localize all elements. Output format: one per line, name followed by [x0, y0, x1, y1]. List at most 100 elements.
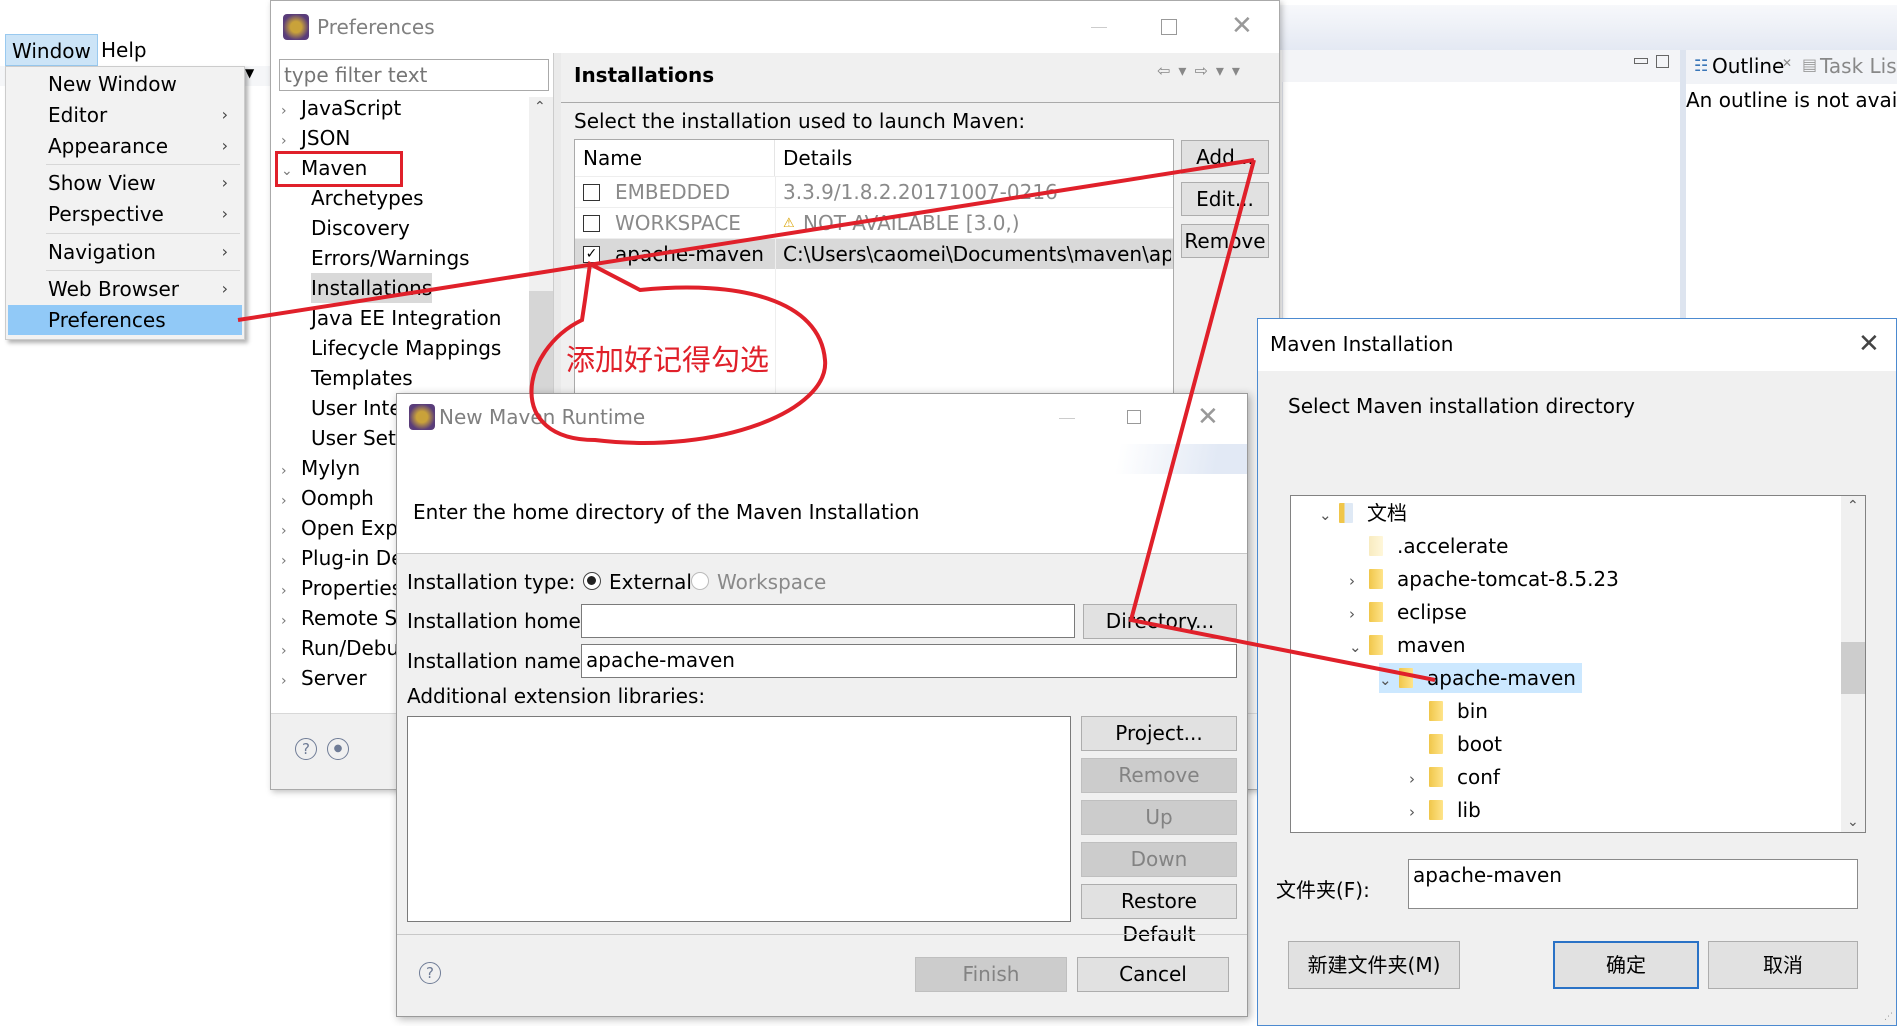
folder-item[interactable]: › apache-tomcat-8.5.23 [1349, 564, 1619, 594]
extension-libraries-list[interactable] [407, 716, 1071, 922]
folder-item[interactable]: ⌄ maven [1349, 630, 1466, 660]
finish-button[interactable]: Finish [915, 957, 1067, 992]
maximize-view-icon[interactable] [1656, 55, 1669, 68]
expand-arrow-icon[interactable]: › [281, 666, 297, 696]
close-button[interactable]: ✕ [1197, 404, 1219, 430]
menu-help[interactable]: Help [95, 34, 153, 66]
help-icon[interactable]: ? [295, 738, 317, 760]
expand-arrow-icon[interactable]: › [281, 636, 297, 666]
tree-item-java-ee-integration[interactable]: Java EE Integration [311, 303, 501, 333]
folder-item[interactable]: › eclipse [1349, 597, 1467, 627]
row-checkbox-checked[interactable]: ✓ [583, 246, 600, 263]
expand-arrow-icon[interactable]: › [281, 606, 297, 636]
expand-arrow-icon[interactable]: › [281, 516, 297, 546]
folder-item[interactable]: ⌄ 文档 [1319, 498, 1407, 528]
cancel-button[interactable]: Cancel [1077, 957, 1229, 992]
folder-tree-scrollbar-thumb[interactable] [1841, 642, 1865, 694]
tree-item-archetypes[interactable]: Archetypes [311, 183, 424, 213]
tree-item-json[interactable]: › JSON [281, 123, 350, 153]
cancel-button[interactable]: 取消 [1708, 941, 1858, 989]
folder-item[interactable]: .accelerate [1349, 531, 1508, 561]
close-tab-icon[interactable]: ✕ [1782, 56, 1792, 70]
menu-item-navigation[interactable]: Navigation › [8, 237, 242, 267]
menu-item-show-view[interactable]: Show View › [8, 168, 242, 198]
collapse-arrow-icon[interactable]: ⌄ [1349, 632, 1369, 662]
menu-window[interactable]: Window [5, 34, 98, 66]
remove-button[interactable]: Remove [1181, 224, 1269, 258]
import-export-icon[interactable]: ● [327, 738, 349, 760]
menu-item-appearance[interactable]: Appearance › [8, 131, 242, 161]
expand-arrow-icon[interactable]: › [281, 96, 297, 126]
minimize-button[interactable] [1059, 418, 1075, 419]
menu-item-editor[interactable]: Editor › [8, 100, 242, 130]
tree-item-installations[interactable]: Installations [311, 273, 433, 303]
scroll-up-icon[interactable]: ⌃ [1847, 498, 1859, 514]
tab-task-list[interactable]: Task List [1820, 54, 1897, 78]
dropdown-arrow-icon[interactable]: ▼ [245, 66, 254, 80]
row-checkbox[interactable] [583, 184, 600, 201]
folder-input[interactable]: apache-maven [1408, 859, 1858, 909]
table-row[interactable]: WORKSPACE ⚠ NOT AVAILABLE [3.0,) [575, 207, 1173, 238]
close-button[interactable]: ✕ [1231, 13, 1253, 39]
down-button[interactable]: Down [1081, 842, 1237, 877]
tree-item-server[interactable]: › Server [281, 663, 367, 693]
expand-arrow-icon[interactable]: › [1409, 764, 1429, 794]
radio-workspace-label[interactable]: Workspace [717, 570, 826, 594]
radio-external-label[interactable]: External [609, 570, 692, 594]
tree-item-discovery[interactable]: Discovery [311, 213, 410, 243]
expand-arrow-icon[interactable]: › [1349, 566, 1369, 596]
resize-grip-icon[interactable]: ⋰ [1884, 1012, 1893, 1022]
close-button[interactable]: ✕ [1858, 331, 1880, 357]
menu-item-perspective[interactable]: Perspective › [8, 199, 242, 229]
navigation-arrows[interactable]: ⇦▾⇨▾▾ [1157, 61, 1248, 80]
maximize-button[interactable] [1127, 410, 1141, 424]
radio-workspace[interactable] [691, 572, 709, 590]
folder-item[interactable]: bin [1409, 696, 1488, 726]
expand-arrow-icon[interactable]: › [281, 456, 297, 486]
remove-library-button[interactable]: Remove [1081, 758, 1237, 793]
column-header-name[interactable]: Name [575, 140, 775, 176]
ok-button[interactable]: 确定 [1553, 941, 1699, 989]
scroll-up-icon[interactable]: ⌃ [534, 99, 546, 115]
folder-item[interactable]: boot [1409, 729, 1502, 759]
installation-home-input[interactable] [581, 604, 1075, 638]
tree-item-run-debug[interactable]: › Run/Debug [281, 633, 412, 663]
folder-item[interactable]: › lib [1409, 795, 1481, 825]
tree-item-oomph[interactable]: › Oomph [281, 483, 374, 513]
help-icon[interactable]: ? [419, 962, 441, 984]
folder-item[interactable]: › conf [1409, 762, 1500, 792]
add-button[interactable]: Add... [1181, 140, 1269, 174]
table-row[interactable]: EMBEDDED 3.3.9/1.8.2.20171007-0216 [575, 176, 1173, 207]
menu-item-preferences[interactable]: Preferences [8, 305, 242, 335]
edit-button[interactable]: Edit... [1181, 182, 1269, 216]
expand-arrow-icon[interactable]: › [1349, 599, 1369, 629]
table-row-selected[interactable]: ✓ apache-maven C:\Users\caomei\Documents… [575, 238, 1173, 269]
scroll-down-icon[interactable]: ⌄ [1847, 814, 1859, 830]
installation-name-input[interactable]: apache-maven [581, 644, 1237, 678]
minimize-button[interactable] [1091, 27, 1107, 28]
new-folder-button[interactable]: 新建文件夹(M) [1288, 941, 1460, 989]
expand-arrow-icon[interactable]: › [281, 486, 297, 516]
expand-arrow-icon[interactable]: › [281, 576, 297, 606]
up-button[interactable]: Up [1081, 800, 1237, 835]
tree-item-javascript[interactable]: › JavaScript [281, 93, 401, 123]
tree-item-lifecycle-mappings[interactable]: Lifecycle Mappings [311, 333, 501, 363]
expand-arrow-icon[interactable]: › [281, 546, 297, 576]
collapse-arrow-icon[interactable]: ⌄ [1379, 665, 1399, 695]
tree-item-templates[interactable]: Templates [311, 363, 413, 393]
tree-item-mylyn[interactable]: › Mylyn [281, 453, 360, 483]
row-checkbox[interactable] [583, 215, 600, 232]
project-button[interactable]: Project... [1081, 716, 1237, 751]
tab-outline[interactable]: Outline [1712, 54, 1784, 78]
column-header-details[interactable]: Details [775, 140, 1173, 176]
minimize-view-icon[interactable] [1634, 58, 1648, 64]
folder-item-selected[interactable]: ⌄ apache-maven [1379, 663, 1582, 693]
expand-arrow-icon[interactable]: › [1409, 797, 1429, 827]
menu-item-web-browser[interactable]: Web Browser › [8, 274, 242, 304]
maximize-button[interactable] [1161, 19, 1177, 35]
tree-item-errors-warnings[interactable]: Errors/Warnings [311, 243, 470, 273]
collapse-arrow-icon[interactable]: ⌄ [1319, 500, 1339, 530]
restore-default-button[interactable]: Restore Default [1081, 884, 1237, 946]
directory-button[interactable]: Directory... [1083, 604, 1237, 639]
radio-external[interactable] [583, 572, 601, 590]
